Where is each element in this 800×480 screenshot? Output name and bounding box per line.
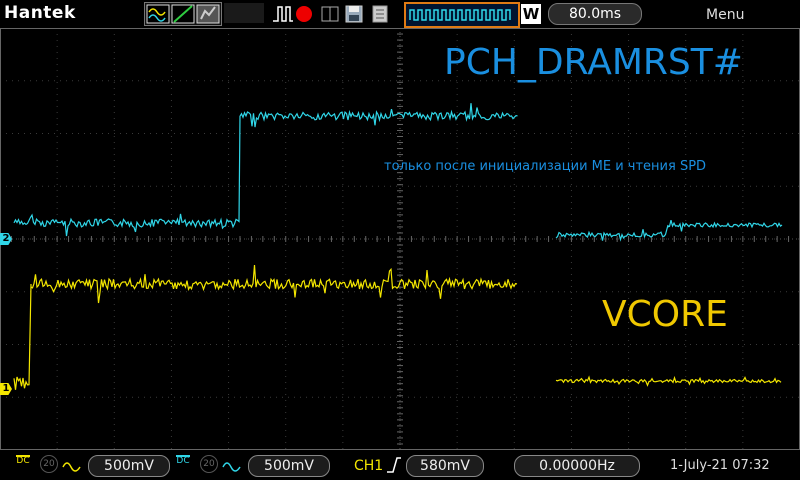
signal-label-dramrst: PCH_DRAMRST# (444, 42, 743, 83)
ch1-probe-icon (62, 462, 81, 472)
timebase-display[interactable]: 80.0ms (548, 3, 642, 25)
print-icon[interactable] (370, 4, 390, 24)
ch1-coupling-badge: DC (16, 455, 30, 466)
rising-edge-icon (387, 457, 401, 473)
waveform-canvas (0, 27, 800, 450)
ch2-scale[interactable]: 500mV (248, 455, 330, 477)
waveform-mode-icon (146, 4, 220, 24)
signal-label-vcore: VCORE (602, 294, 728, 335)
ch1-scale[interactable]: 500mV (88, 455, 170, 477)
status-bar: DC 20 500mV DC 20 500mV CH1 580mV 0.0000… (0, 450, 800, 480)
window-mode-icon[interactable]: W (521, 4, 541, 24)
menu-button[interactable]: Menu (706, 7, 744, 23)
trigger-position-icon[interactable] (320, 4, 340, 24)
brand-logo: Hantek (4, 3, 76, 23)
ch2-bandwidth-limit-icon: 20 (200, 455, 218, 473)
graticule (0, 27, 800, 450)
acquisition-mode-selector[interactable] (144, 2, 222, 26)
trigger-pulse-icon[interactable] (272, 4, 294, 24)
save-icon[interactable] (344, 4, 364, 24)
ch2-coupling-badge: DC (176, 455, 190, 466)
annotation-note: только после инициализации ME и чтения S… (384, 159, 707, 174)
waveform-memory-icon (409, 9, 511, 21)
memory-depth-indicator[interactable] (404, 2, 520, 28)
ch2-trace-after-gap (555, 219, 783, 242)
ch2-probe-icon (222, 462, 241, 472)
ch1-bandwidth-limit-icon: 20 (40, 455, 58, 473)
display-slot (224, 3, 264, 23)
ch1-trace-after-gap (555, 375, 782, 387)
trigger-source[interactable]: CH1 (354, 458, 383, 474)
top-toolbar: Hantek W 80.0ms Menu (0, 0, 800, 28)
waveform-display: PCH_DRAMRST# только после инициализации … (0, 27, 800, 450)
date-time: 1-July-21 07:32 (670, 458, 770, 473)
record-icon[interactable] (296, 6, 312, 22)
ch1-trace (13, 265, 518, 390)
frequency-counter: 0.00000Hz (514, 455, 640, 477)
trigger-level[interactable]: 580mV (406, 455, 484, 477)
